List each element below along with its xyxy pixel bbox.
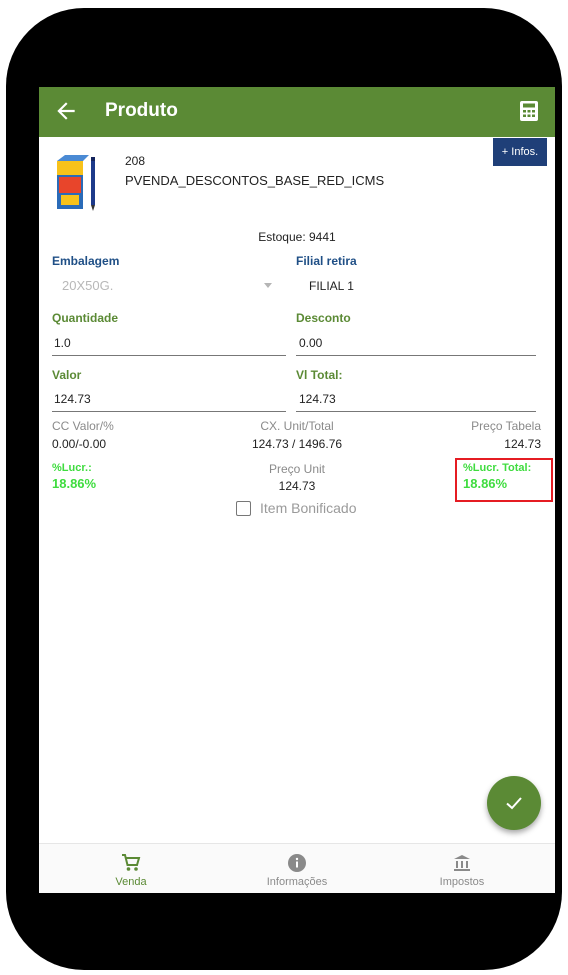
preco-unit-value: 124.73 <box>278 479 316 493</box>
nav-item-venda[interactable]: Venda <box>66 844 196 893</box>
valor-label: Valor <box>52 368 82 382</box>
lucr-label: %Lucr.: <box>52 462 92 474</box>
calculator-icon[interactable] <box>519 100 539 122</box>
quantidade-underline <box>52 355 286 356</box>
cx-label: CX. Unit/Total <box>260 419 334 433</box>
cc-label: CC Valor/% <box>52 419 114 433</box>
nav-label-venda: Venda <box>115 876 147 888</box>
info-icon <box>288 854 306 872</box>
preco-tabela-value: 124.73 <box>504 437 541 451</box>
page-title: Produto <box>105 100 178 121</box>
valor-input[interactable]: 124.73 <box>52 389 286 413</box>
filial-value: FILIAL 1 <box>309 279 354 293</box>
cart-icon <box>122 854 141 871</box>
desconto-underline <box>296 355 536 356</box>
product-name: PVENDA_DESCONTOS_BASE_RED_ICMS <box>125 173 385 188</box>
filial-label: Filial retira <box>296 254 357 268</box>
vl-total-label: Vl Total: <box>296 368 343 382</box>
nav-label-informacoes: Informações <box>266 876 328 888</box>
phone-frame: Produto + Infos. 208 PVENDA_DESCONTOS_BA… <box>6 8 562 970</box>
embalagem-value: 20X50G. <box>62 278 114 293</box>
app-screen: Produto + Infos. 208 PVENDA_DESCONTOS_BA… <box>39 87 555 893</box>
nav-item-informacoes[interactable]: Informações <box>232 844 362 893</box>
stock-quantity: Estoque: 9441 <box>258 230 336 244</box>
preco-unit-label: Preço Unit <box>268 462 326 476</box>
vl-total-field: 124.73 <box>296 389 536 413</box>
vl-total-underline <box>296 411 536 412</box>
nav-label-impostos: Impostos <box>439 876 485 888</box>
quantidade-input[interactable]: 1.0 <box>52 333 286 357</box>
product-image <box>57 155 95 211</box>
quantidade-label: Quantidade <box>52 311 119 325</box>
embalagem-label: Embalagem <box>52 254 120 268</box>
valor-underline <box>52 411 286 412</box>
item-bonificado-checkbox[interactable]: Item Bonificado <box>236 500 376 520</box>
highlight-box <box>455 458 553 502</box>
cc-value: 0.00/-0.00 <box>52 437 107 451</box>
dropdown-arrow-icon <box>264 283 272 288</box>
product-code: 208 <box>125 154 146 168</box>
lucr-value: 18.86% <box>52 476 97 491</box>
preco-tabela-label: Preço Tabela <box>471 419 541 433</box>
bottom-nav: Venda Informações Impostos <box>39 843 555 893</box>
desconto-label: Desconto <box>296 311 351 325</box>
quantidade-value: 1.0 <box>54 336 71 350</box>
desconto-value: 0.00 <box>299 336 323 350</box>
valor-value: 124.73 <box>54 392 91 406</box>
bank-icon <box>454 855 470 871</box>
more-infos-button[interactable]: + Infos. <box>493 138 547 166</box>
check-icon <box>506 797 522 810</box>
embalagem-select[interactable]: 20X50G. <box>52 276 282 298</box>
vl-total-value: 124.73 <box>299 392 336 406</box>
cx-value: 124.73 / 1496.76 <box>251 437 343 451</box>
confirm-fab-button[interactable] <box>487 776 541 830</box>
nav-item-impostos[interactable]: Impostos <box>397 844 527 893</box>
back-arrow-icon[interactable] <box>53 98 79 124</box>
item-bonificado-label: Item Bonificado <box>260 500 357 516</box>
checkbox-box <box>236 501 251 516</box>
desconto-input[interactable]: 0.00 <box>296 333 536 357</box>
app-bar: Produto <box>39 87 555 137</box>
